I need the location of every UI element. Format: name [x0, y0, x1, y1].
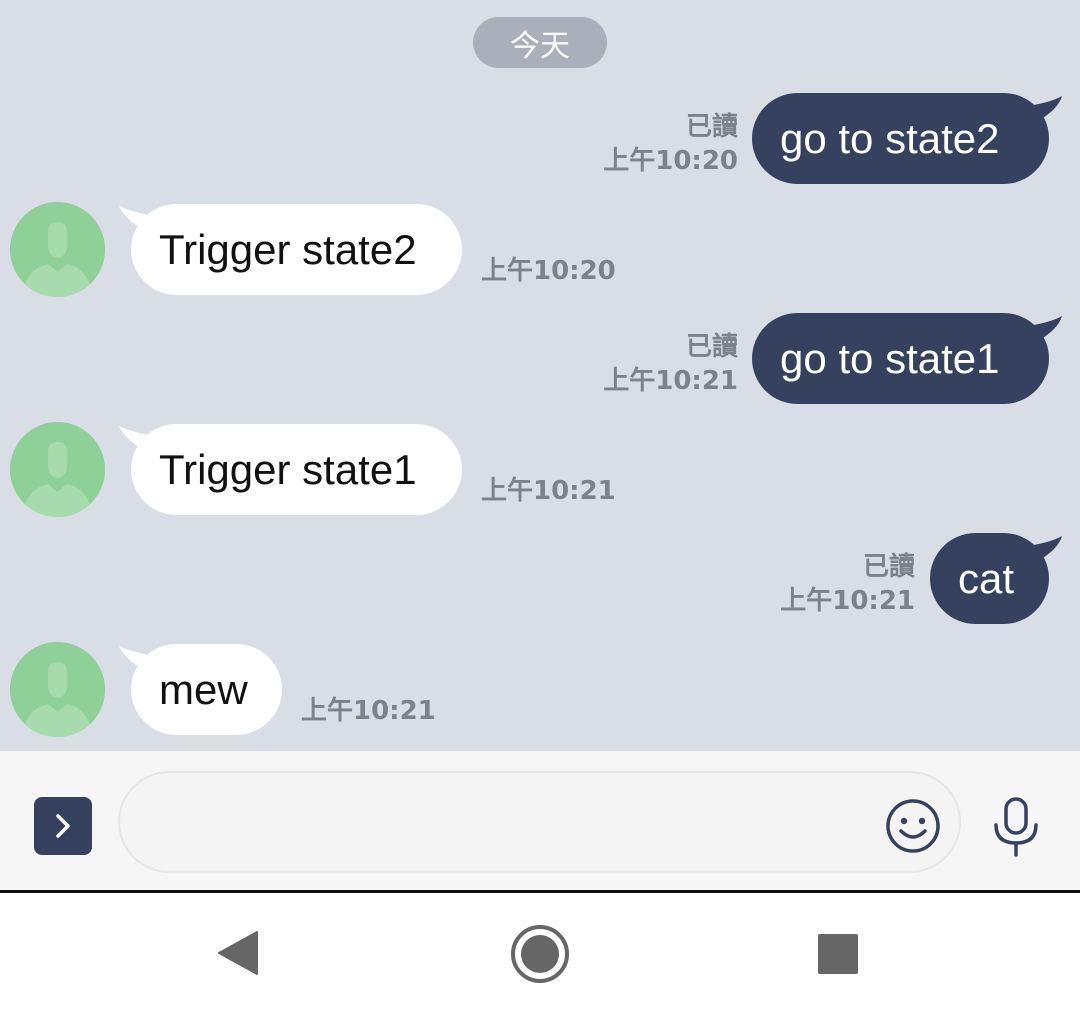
home-circle-icon — [511, 925, 569, 983]
back-button[interactable] — [217, 930, 259, 976]
message-time: 上午10:21 — [780, 586, 915, 616]
message-time: 上午10:21 — [603, 366, 738, 396]
date-separator: 今天 — [473, 17, 607, 68]
read-receipt: 已讀 — [685, 112, 738, 142]
read-receipt: 已讀 — [685, 332, 738, 362]
message-text: Trigger state2 — [159, 225, 417, 273]
incoming-message-bubble[interactable]: Trigger state2 — [131, 204, 462, 295]
chat-area[interactable]: 今天 已讀 上午10:20 go to state2 Trigger state… — [0, 0, 1080, 751]
incoming-message-bubble[interactable]: mew — [131, 644, 282, 735]
incoming-message-bubble[interactable]: Trigger state1 — [131, 424, 462, 515]
message-meta: 已讀 上午10:20 — [560, 110, 738, 178]
message-text: go to state1 — [780, 334, 1000, 382]
chevron-right-icon — [56, 814, 70, 838]
message-meta: 已讀 上午10:21 — [737, 550, 915, 618]
message-text: Trigger state1 — [159, 445, 417, 493]
user-silhouette-icon — [10, 422, 105, 517]
message-time: 上午10:21 — [301, 696, 436, 726]
emoji-button[interactable] — [885, 798, 941, 854]
read-receipt: 已讀 — [862, 552, 915, 582]
microphone-icon — [994, 797, 1038, 857]
avatar[interactable] — [10, 422, 105, 517]
bubble-tail — [1028, 96, 1062, 122]
message-input[interactable] — [118, 771, 961, 873]
message-time: 上午10:20 — [481, 256, 616, 286]
message-text: mew — [159, 665, 248, 713]
message-time: 上午10:21 — [481, 476, 616, 506]
message-text: go to state2 — [780, 114, 1000, 162]
bubble-tail — [1028, 536, 1062, 562]
bubble-tail — [1028, 316, 1062, 342]
home-button[interactable] — [510, 924, 570, 984]
outgoing-message-bubble[interactable]: go to state2 — [752, 93, 1049, 184]
message-meta: 已讀 上午10:21 — [560, 330, 738, 398]
smiley-icon — [886, 799, 940, 853]
message-time: 上午10:20 — [603, 146, 738, 176]
microphone-button[interactable] — [990, 797, 1042, 857]
avatar[interactable] — [10, 642, 105, 737]
avatar[interactable] — [10, 202, 105, 297]
user-silhouette-icon — [10, 642, 105, 737]
expand-button[interactable] — [34, 797, 92, 855]
outgoing-message-bubble[interactable]: go to state1 — [752, 313, 1049, 404]
message-text: cat — [958, 554, 1015, 602]
user-silhouette-icon — [10, 202, 105, 297]
back-triangle-icon — [218, 931, 258, 975]
recent-apps-square-icon[interactable] — [818, 934, 858, 974]
